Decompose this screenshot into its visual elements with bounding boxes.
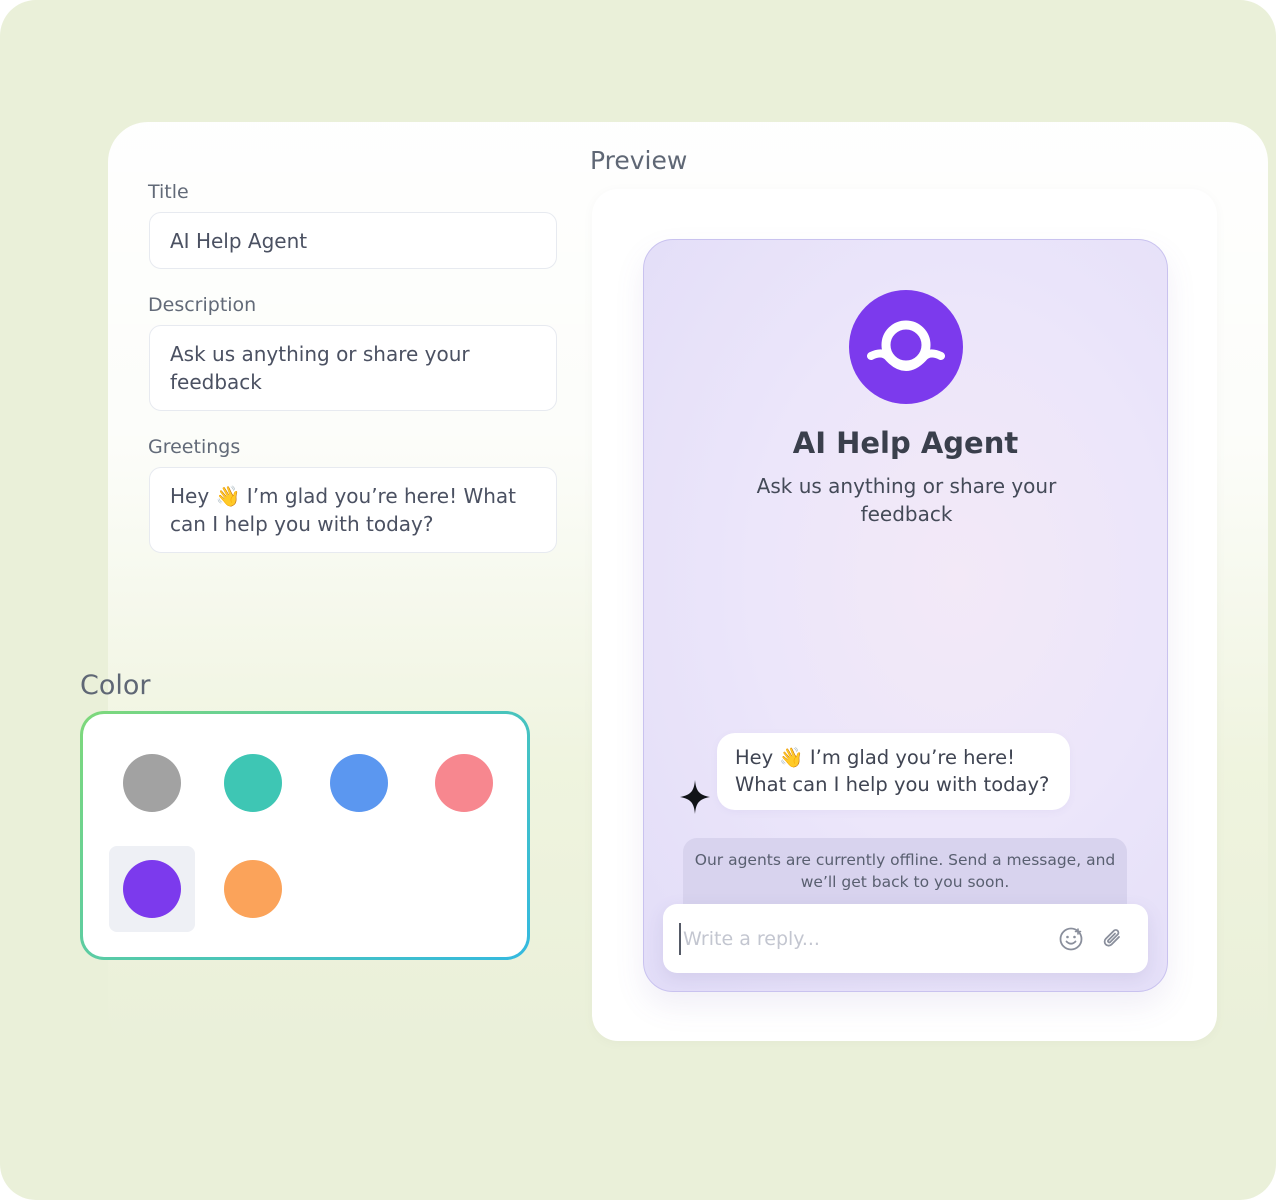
swatch-purple[interactable] [123,860,181,918]
swatch-blue-slot[interactable] [316,740,402,826]
reply-composer [663,904,1148,973]
preview-label: Preview [590,146,688,175]
swatch-blue[interactable] [330,754,388,812]
description-field[interactable]: Ask us anything or share your feedback [149,325,557,411]
greeting-message-bubble: Hey 👋 I’m glad you’re here! What can I h… [717,733,1070,810]
swatch-gray-slot[interactable] [109,740,195,826]
title-field[interactable]: AI Help Agent [149,212,557,269]
swatch-pink[interactable] [435,754,493,812]
swatch-orange[interactable] [224,860,282,918]
offline-notice: Our agents are currently offline. Send a… [683,838,1127,912]
agent-logo-icon [849,290,963,404]
title-label: Title [148,181,189,203]
color-picker-panel [80,711,530,960]
reply-input[interactable] [679,923,1039,955]
agent-title: AI Help Agent [792,426,1019,460]
color-label: Color [80,670,151,701]
swatch-pink-slot[interactable] [421,740,507,826]
swatch-teal[interactable] [224,754,282,812]
emoji-icon[interactable] [1058,926,1084,952]
chat-widget-preview: AI Help Agent Ask us anything or share y… [643,239,1168,992]
swatch-purple-slot-selected[interactable] [109,846,195,932]
paperclip-icon[interactable] [1100,926,1126,952]
sparkle-icon [680,780,710,814]
swatch-teal-slot[interactable] [210,740,296,826]
greetings-field[interactable]: Hey 👋 I’m glad you’re here! What can I h… [149,467,557,553]
swatch-gray[interactable] [123,754,181,812]
logo-circle [849,290,963,404]
agent-description: Ask us anything or share your feedback [756,474,1057,526]
swatch-orange-slot[interactable] [210,846,296,932]
description-label: Description [148,294,257,316]
greetings-label: Greetings [148,436,241,458]
